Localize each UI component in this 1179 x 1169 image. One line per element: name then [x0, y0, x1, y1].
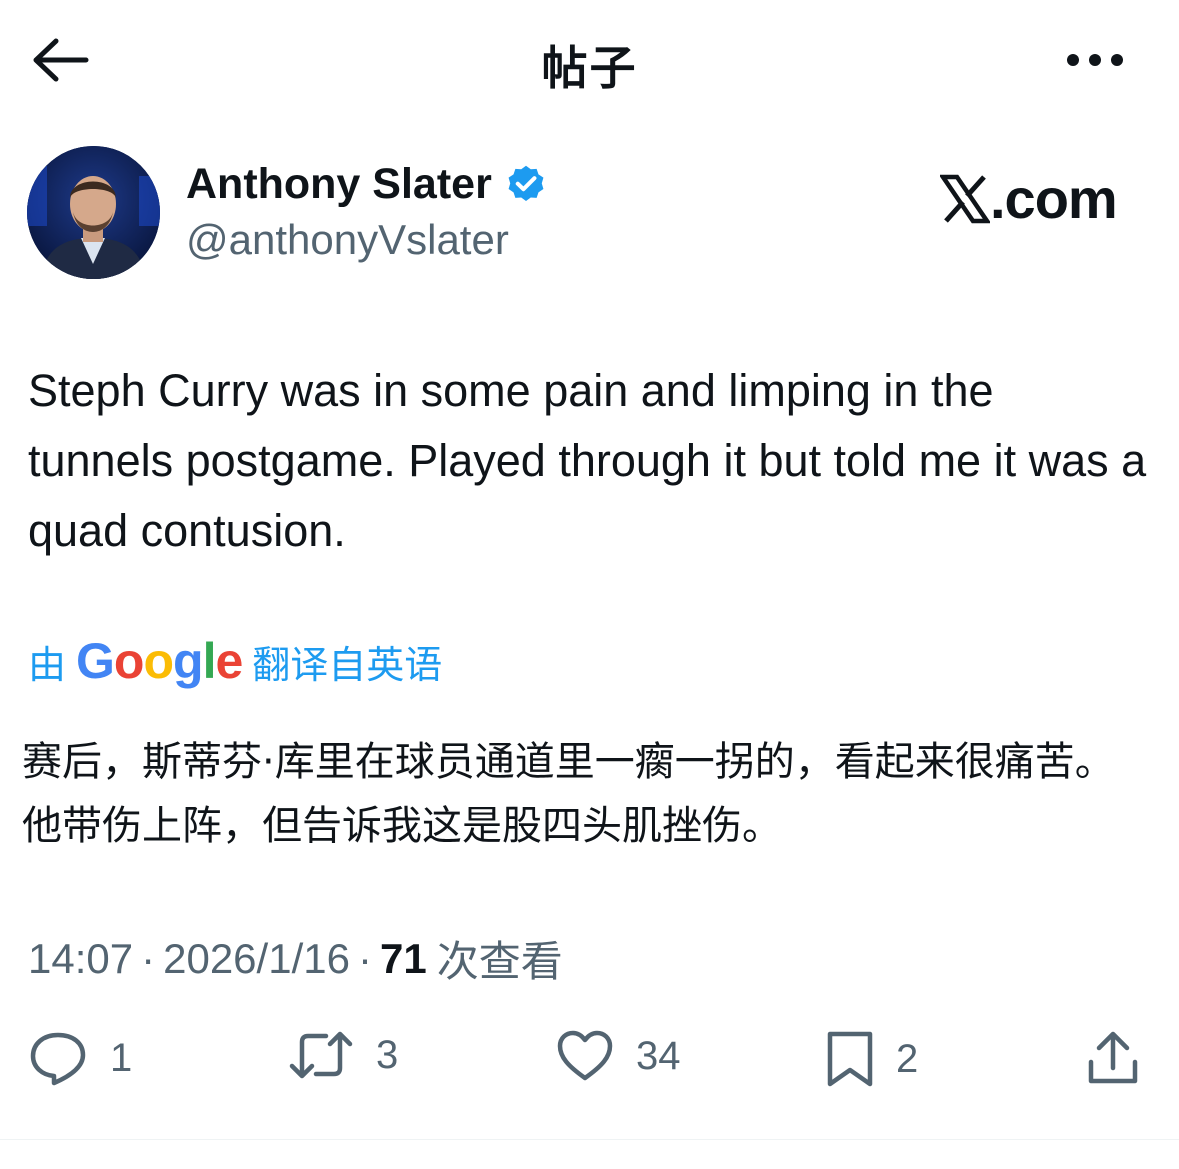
tweet-meta: 14:07 · 2026/1/16 · 71 次查看	[28, 928, 563, 989]
top-bar: 帖子	[0, 0, 1179, 120]
author-name-row: Anthony Slater	[186, 160, 548, 209]
google-logo: Google	[76, 633, 243, 689]
reply-icon	[30, 1032, 86, 1086]
avatar[interactable]	[27, 146, 160, 279]
like-count: 34	[636, 1033, 681, 1078]
avatar-image	[27, 146, 160, 279]
bookmark-count: 2	[896, 1036, 919, 1081]
bottom-divider	[0, 1139, 1179, 1140]
like-button[interactable]: 34	[556, 1030, 681, 1082]
xcom-suffix: .com	[990, 167, 1118, 230]
page-title: 帖子	[541, 41, 638, 95]
bookmark-icon	[827, 1031, 873, 1087]
translation-prefix: 由	[28, 642, 67, 687]
heart-icon	[557, 1030, 613, 1081]
translated-text: 赛后，斯蒂芬·库里在球员通道里一瘸一拐的，看起来很痛苦。他带伤上阵，但告诉我这是…	[22, 739, 1115, 849]
bookmark-button[interactable]: 2	[826, 1030, 918, 1088]
tweet-text: Steph Curry was in some pain and limping…	[28, 365, 1147, 556]
repost-button[interactable]: 3	[288, 1030, 398, 1080]
action-bar: 1 3 34 2	[0, 1020, 1179, 1100]
x-logo-icon	[940, 174, 990, 223]
meta-separator: ·	[357, 934, 372, 982]
more-button[interactable]	[1060, 40, 1130, 80]
author-name[interactable]: Anthony Slater	[186, 160, 492, 209]
reply-button[interactable]: 1	[28, 1030, 132, 1086]
meta-separator: ·	[141, 934, 156, 982]
tweet-date[interactable]: 2026/1/16	[163, 935, 350, 983]
translation-suffix: 翻译自英语	[252, 642, 443, 687]
share-button[interactable]	[1086, 1030, 1140, 1086]
reply-count: 1	[110, 1035, 133, 1080]
repost-icon	[289, 1031, 353, 1079]
share-icon	[1088, 1031, 1138, 1084]
author-handle[interactable]: @anthonyVslater	[186, 216, 509, 264]
xcom-watermark: .com	[940, 166, 1118, 231]
views-label: 次查看	[436, 937, 563, 986]
verified-badge-icon	[508, 165, 544, 201]
translation-attribution[interactable]: 由 Google 翻译自英语	[28, 632, 442, 690]
tweet-time[interactable]: 14:07	[28, 935, 133, 983]
more-horizontal-icon	[1067, 54, 1123, 66]
views-count[interactable]: 71	[380, 935, 427, 983]
repost-count: 3	[376, 1032, 399, 1077]
